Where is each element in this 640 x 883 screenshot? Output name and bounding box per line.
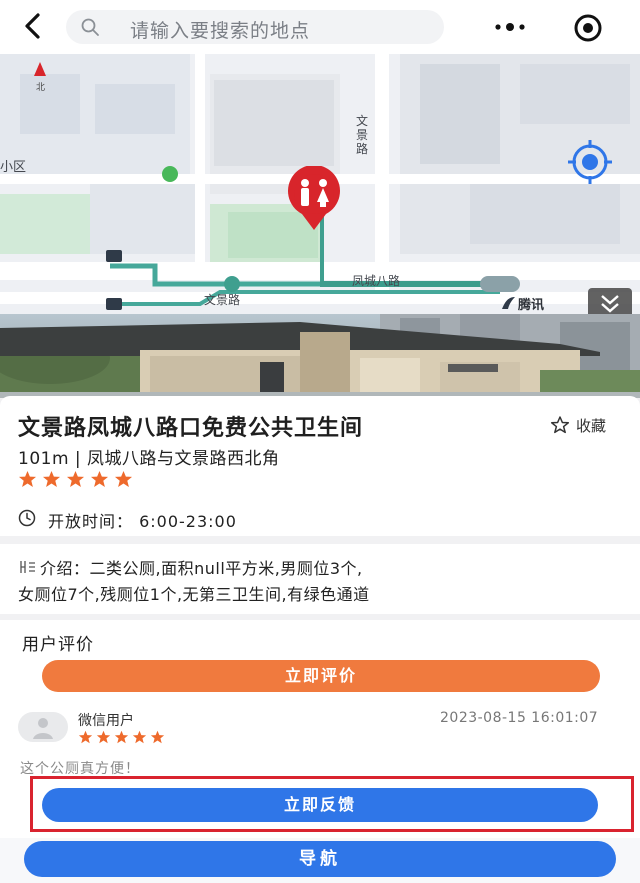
user-avatar-icon xyxy=(33,718,53,739)
collapse-map-button[interactable] xyxy=(588,288,632,314)
review-timestamp: 2023-08-15 16:01:07 xyxy=(440,710,599,726)
star-outline-icon xyxy=(550,416,570,434)
star-icon xyxy=(90,470,109,488)
bottom-action-bar: 导航 xyxy=(0,838,640,883)
star-icon xyxy=(150,730,165,744)
intro-text-line1: 介绍：二类公厕,面积null平方米,男厕位3个, xyxy=(40,559,363,578)
star-icon xyxy=(42,470,61,488)
target-icon xyxy=(574,14,602,42)
north-label: 北 xyxy=(36,83,46,93)
reviews-heading: 用户评价 xyxy=(22,635,94,655)
opening-hours-label: 开放时间： 6:00-23:00 xyxy=(48,512,237,531)
star-icon xyxy=(114,470,133,488)
review-text: 这个公厕真方便！ xyxy=(20,761,140,777)
star-icon xyxy=(18,470,37,488)
map-poi-label: 小区 xyxy=(0,160,27,175)
star-icon xyxy=(96,730,111,744)
star-icon xyxy=(78,730,93,744)
back-button[interactable] xyxy=(16,8,52,44)
intro-icon xyxy=(20,561,35,573)
clock-icon xyxy=(18,509,36,527)
toilet-pin-icon xyxy=(288,164,340,230)
toilet-building-photo xyxy=(0,314,640,398)
more-dots-icon xyxy=(495,23,525,31)
place-title: 文景路凤城八路口免费公共卫生间 xyxy=(18,416,364,441)
chevron-down-icon xyxy=(601,295,619,313)
tencent-map-logo-text: 腾讯 xyxy=(518,298,545,313)
star-icon xyxy=(132,730,147,744)
search-input[interactable]: 请输入要搜索的地点 xyxy=(66,10,444,44)
toilet-location-pin[interactable] xyxy=(284,164,344,232)
street-label-wenjing: 文景路 xyxy=(204,293,241,307)
star-icon xyxy=(114,730,129,744)
place-distance-address: 101m | 凤城八路与文景路西北角 xyxy=(18,449,280,469)
locate-me-button[interactable] xyxy=(556,128,624,196)
feedback-now-button[interactable]: 立即反馈 xyxy=(42,788,598,822)
street-label-vertical: 文景路 xyxy=(356,114,369,156)
rate-now-button[interactable]: 立即评价 xyxy=(42,660,600,692)
review-rating xyxy=(78,730,165,744)
search-placeholder: 请输入要搜索的地点 xyxy=(130,20,311,42)
reviewer-name: 微信用户 xyxy=(78,713,134,729)
intro-card: 介绍：二类公厕,面积null平方米,男厕位3个, 女厕位7个,残厕位1个,无第三… xyxy=(0,544,640,614)
place-photo[interactable] xyxy=(0,314,640,398)
top-bar: 请输入要搜索的地点 xyxy=(0,0,640,54)
street-label-fengcheng: 凤城八路 xyxy=(352,274,401,288)
back-arrow-icon xyxy=(25,13,40,39)
more-button[interactable] xyxy=(488,14,532,40)
intro-text-line2: 女厕位7个,残厕位1个,无第三卫生间,有绿色通道 xyxy=(18,585,370,604)
avatar xyxy=(18,712,68,742)
close-miniprogram-button[interactable] xyxy=(570,10,606,46)
favorite-button[interactable]: 收藏 xyxy=(550,414,622,436)
favorite-label: 收藏 xyxy=(576,417,607,435)
navigate-button[interactable]: 导航 xyxy=(24,841,616,877)
place-rating xyxy=(18,470,133,488)
map-view[interactable]: 北 小区 文景路 凤城八路 文景路 腾讯 xyxy=(0,54,640,314)
tencent-map-logo-icon xyxy=(502,297,515,309)
place-info-card: 文景路凤城八路口免费公共卫生间 收藏 101m | 凤城八路与文景路西北角 开放… xyxy=(0,396,640,536)
star-icon xyxy=(66,470,85,488)
locate-icon xyxy=(568,140,612,184)
search-icon xyxy=(81,18,99,36)
